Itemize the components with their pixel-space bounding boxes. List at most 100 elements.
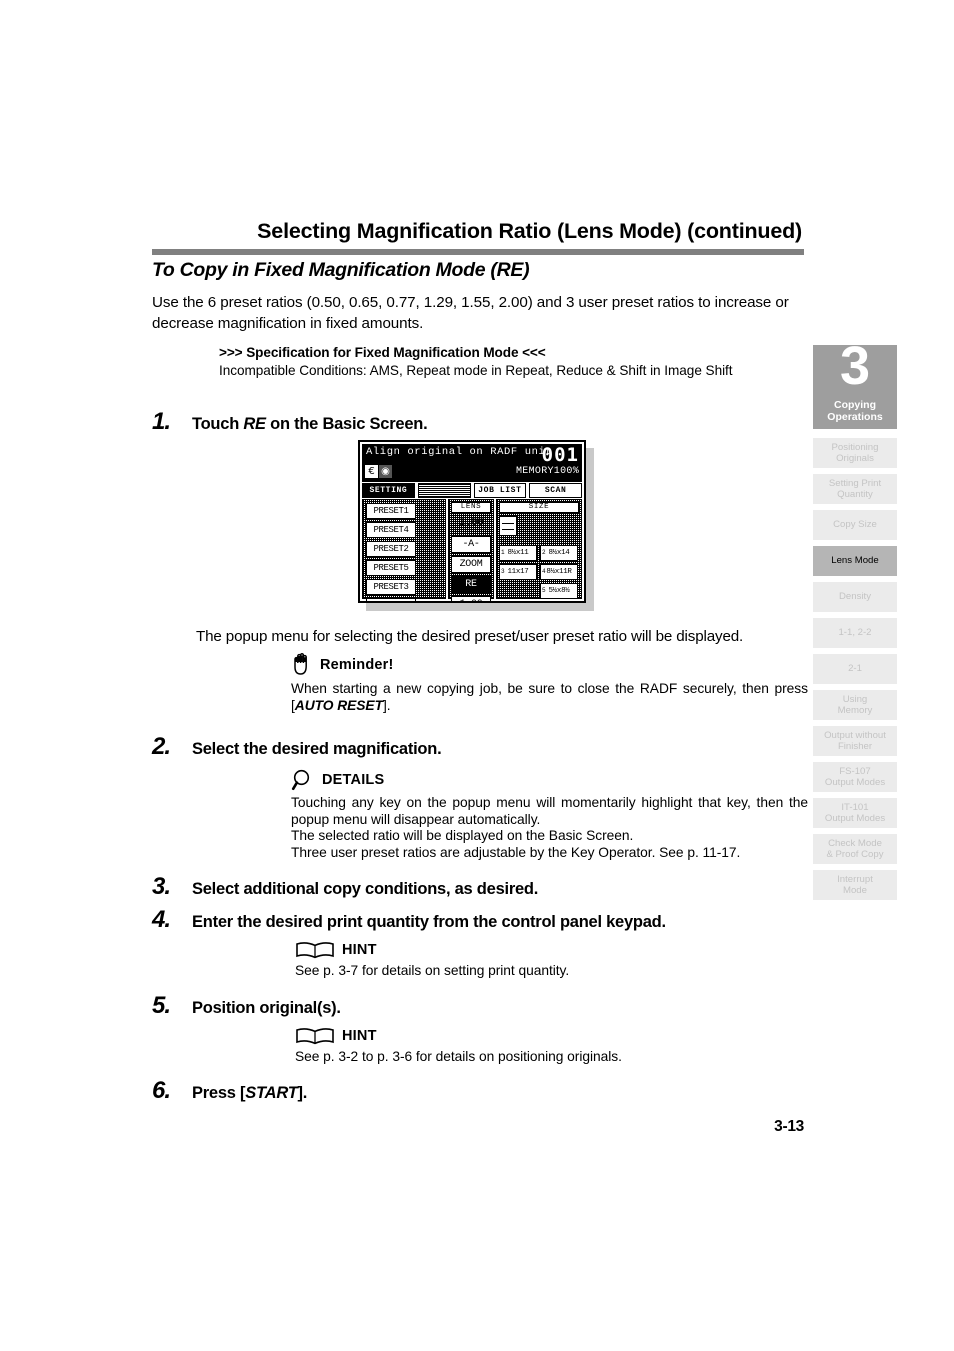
lcd-tab-disabled[interactable] bbox=[417, 483, 471, 498]
tray-button-2[interactable]: 2 8½x14 bbox=[540, 545, 578, 561]
step-1: 1. Touch RE on the Basic Screen. bbox=[152, 408, 428, 436]
magnifier-icon bbox=[291, 768, 315, 792]
step-3-text: Select additional copy conditions, as de… bbox=[192, 880, 539, 898]
lens-button-re[interactable]: RE bbox=[451, 576, 491, 593]
lens-ratio-display: 1.00 bbox=[451, 596, 491, 601]
sidebar-item-copy-size[interactable]: Copy Size bbox=[813, 510, 897, 540]
sidebar-item-4-line1: Density bbox=[839, 591, 871, 603]
sidebar-item-check-mode-proof-copy[interactable]: Check Mode & Proof Copy bbox=[813, 834, 897, 864]
step-2: 2. Select the desired magnification. bbox=[152, 733, 442, 761]
step-6-emphasis: START bbox=[245, 1084, 298, 1102]
step-2-text: Select the desired magnification. bbox=[192, 740, 442, 758]
sidebar-item-it101-output-modes[interactable]: IT-101 Output Modes bbox=[813, 798, 897, 828]
sidebar-item-density[interactable]: Density bbox=[813, 582, 897, 612]
title-rule bbox=[152, 248, 804, 255]
currency-icon: € bbox=[365, 465, 378, 478]
preset-button-1[interactable]: PRESET1 bbox=[366, 503, 416, 519]
sidebar-item-11-line2: & Proof Copy bbox=[826, 849, 884, 860]
step-6-post: ]. bbox=[297, 1084, 308, 1102]
sidebar-item-1-line2: Quantity bbox=[837, 489, 873, 500]
tray-1-label: 8½x11 bbox=[507, 549, 529, 557]
sidebar-item-1-1-2-2[interactable]: 1-1, 2-2 bbox=[813, 618, 897, 648]
step-4-number: 4. bbox=[152, 906, 171, 933]
tray-button-3[interactable]: 3 11x17 bbox=[499, 564, 537, 580]
step-1-post: on the Basic Screen. bbox=[265, 415, 428, 433]
tray-1-number: 1 bbox=[501, 549, 505, 556]
intro-paragraph: Use the 6 preset ratios (0.50, 0.65, 0.7… bbox=[152, 294, 789, 332]
sidebar-chapter-tab[interactable]: 3 Copying Operations bbox=[813, 339, 897, 429]
sidebar-item-9-line1: FS-107 bbox=[839, 765, 871, 777]
lcd-panel: Align original on RADF unit 001 MEMORY10… bbox=[358, 440, 586, 603]
lcd-tab-row: SETTING JOB LIST SCAN bbox=[362, 483, 582, 498]
hint-1-title: HINT bbox=[342, 942, 377, 958]
sidebar-item-2-line1: Copy Size bbox=[833, 519, 877, 531]
reminder-callout: Reminder! When starting a new copying jo… bbox=[291, 652, 808, 714]
preset-button-6[interactable]: PRESET6 bbox=[366, 598, 416, 601]
lcd-preset-popup: PRESET1 PRESET4 PRESET2 PRESET5 PRESET3 … bbox=[362, 499, 446, 601]
lcd-tab-setting[interactable]: SETTING bbox=[362, 483, 415, 498]
sidebar-item-lens-mode[interactable]: Lens Mode bbox=[813, 546, 897, 576]
details-line-3: Three user preset ratios are adjustable … bbox=[291, 844, 741, 860]
tray-2-number: 2 bbox=[542, 549, 546, 556]
lens-button-zoom[interactable]: ZOOM bbox=[451, 556, 491, 573]
step-1-emphasis: RE bbox=[243, 415, 266, 433]
sidebar-item-fs107-output-modes[interactable]: FS-107 Output Modes bbox=[813, 762, 897, 792]
page-header: Selecting Magnification Ratio (Lens Mode… bbox=[152, 219, 804, 255]
lcd-status-bar: Align original on RADF unit 001 MEMORY10… bbox=[362, 444, 582, 482]
sidebar-item-10-line2: Output Modes bbox=[824, 813, 886, 824]
preset-button-3[interactable]: PRESET3 bbox=[366, 579, 416, 595]
sidebar-item-9-line2: Output Modes bbox=[824, 777, 886, 788]
reminder-text-post: ]. bbox=[382, 697, 391, 713]
sidebar-item-10-line1: IT-101 bbox=[841, 801, 869, 813]
lcd-lens-column: LENS 1.00 -A- ZOOM RE 1.00 bbox=[448, 499, 494, 601]
chapter-number: 3 bbox=[839, 336, 871, 396]
tray-button-4[interactable]: 4 8½x11R bbox=[540, 564, 578, 580]
step-6-pre: Press [ bbox=[192, 1084, 246, 1102]
lcd-tab-scan[interactable]: SCAN bbox=[529, 483, 582, 498]
reminder-header: Reminder! bbox=[291, 652, 808, 678]
tray-button-1[interactable]: 1 8½x11 bbox=[499, 545, 537, 561]
step-1-pre: Touch bbox=[192, 415, 244, 433]
book-icon bbox=[295, 940, 335, 960]
sidebar-item-12-line1: Interrupt bbox=[837, 873, 873, 885]
step-6-number: 6. bbox=[152, 1077, 171, 1104]
sidebar-item-setting-print-quantity[interactable]: Setting Print Quantity bbox=[813, 474, 897, 504]
chapter-label-line1: Copying bbox=[834, 399, 876, 411]
sidebar-item-3-line1: Lens Mode bbox=[831, 555, 879, 567]
size-column-header: SIZE bbox=[499, 502, 579, 513]
sidebar-item-positioning-originals[interactable]: Positioning Originals bbox=[813, 438, 897, 468]
aps-button[interactable]: APS bbox=[501, 602, 579, 603]
step-3-number: 3. bbox=[152, 873, 171, 900]
chapter-sidebar: 3 Copying Operations Positioning Original… bbox=[813, 339, 897, 906]
step-1-number: 1. bbox=[152, 408, 171, 435]
lcd-memory-indicator: MEMORY100% bbox=[515, 466, 579, 477]
document-page: Selecting Magnification Ratio (Lens Mode… bbox=[0, 0, 954, 1351]
details-title: DETAILS bbox=[322, 772, 385, 788]
section-subtitle: To Copy in Fixed Magnification Mode (RE) bbox=[152, 259, 530, 281]
lcd-tab-job-list[interactable]: JOB LIST bbox=[473, 483, 527, 498]
sidebar-item-12-line2: Mode bbox=[842, 885, 867, 896]
sidebar-item-2-1[interactable]: 2-1 bbox=[813, 654, 897, 684]
tray-2-label: 8½x14 bbox=[548, 549, 570, 557]
page-title: Selecting Magnification Ratio (Lens Mode… bbox=[257, 219, 802, 243]
preset-button-2[interactable]: PRESET2 bbox=[366, 541, 416, 557]
tray-button-5[interactable]: 5 5½x8½ bbox=[540, 583, 578, 599]
lens-button-ams[interactable]: -A- bbox=[451, 536, 491, 553]
details-header: DETAILS bbox=[291, 768, 808, 792]
lens-column-header: LENS bbox=[451, 502, 491, 513]
book-icon bbox=[295, 1026, 335, 1046]
hint-2-title: HINT bbox=[342, 1028, 377, 1044]
lens-current-ratio: 1.00 bbox=[458, 517, 484, 529]
sidebar-item-output-without-finisher[interactable]: Output without Finisher bbox=[813, 726, 897, 756]
preset-button-5[interactable]: PRESET5 bbox=[366, 560, 416, 576]
hint-1-body: See p. 3-7 for details on setting print … bbox=[295, 963, 570, 978]
lcd-message: Align original on RADF unit bbox=[366, 446, 553, 458]
tray-4-number: 4 bbox=[542, 568, 546, 575]
sidebar-item-7-line2: Memory bbox=[837, 705, 873, 716]
sidebar-item-using-memory[interactable]: Using Memory bbox=[813, 690, 897, 720]
hint-2-header: HINT bbox=[295, 1026, 808, 1046]
preset-button-4[interactable]: PRESET4 bbox=[366, 522, 416, 538]
details-line-2: The selected ratio will be displayed on … bbox=[291, 828, 634, 843]
sidebar-item-interrupt-mode[interactable]: Interrupt Mode bbox=[813, 870, 897, 900]
step-6: 6. Press [START]. bbox=[152, 1077, 307, 1105]
